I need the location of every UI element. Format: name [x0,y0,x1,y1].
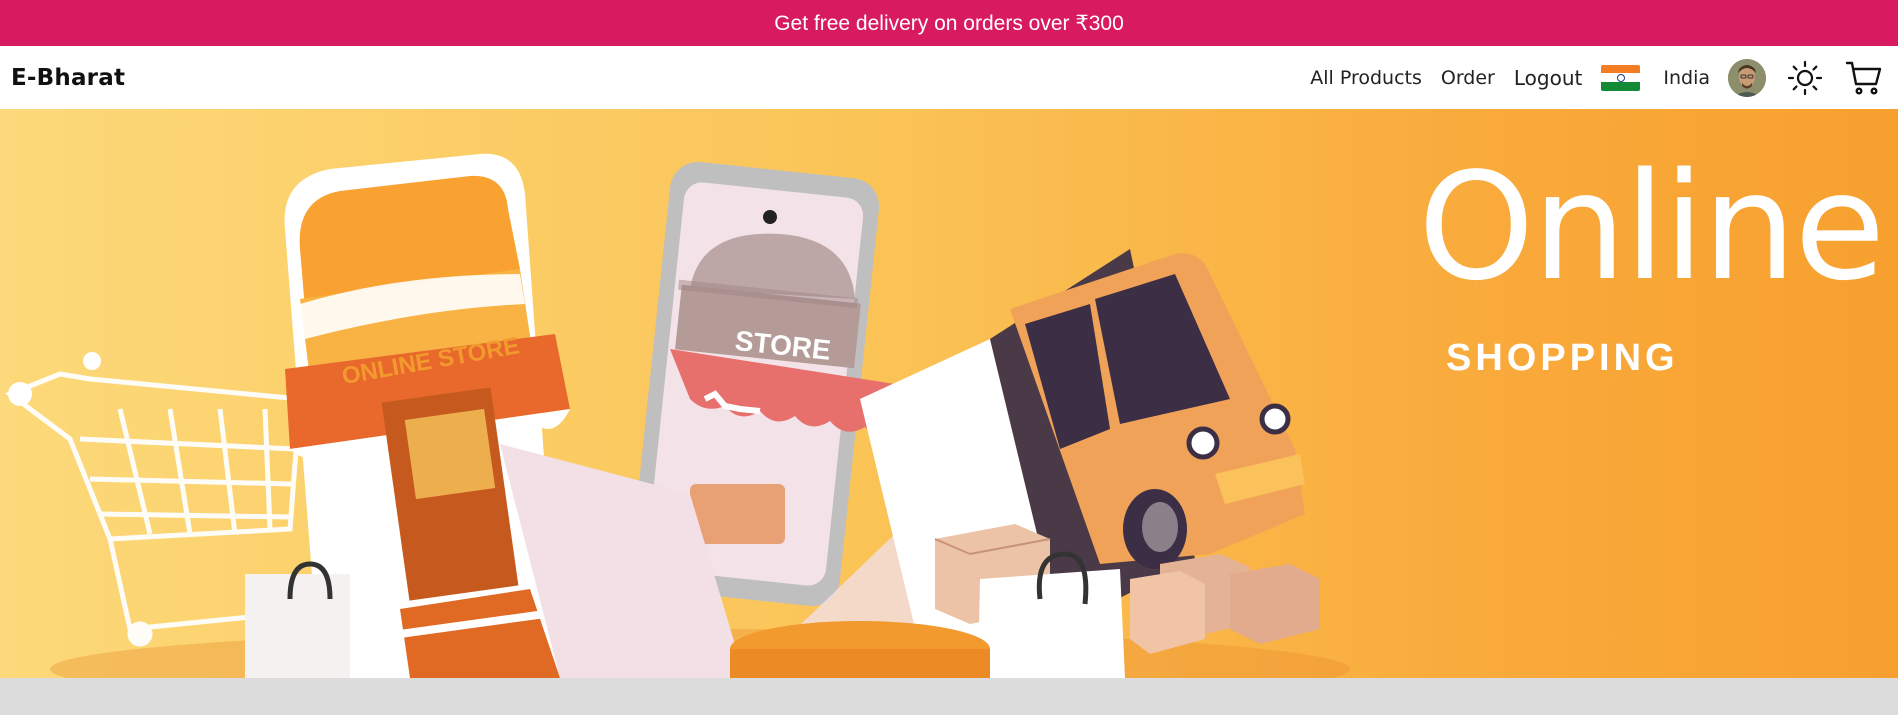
top-navbar: E-Bharat All Products Order Logout India [0,46,1898,109]
country-label[interactable]: India [1663,67,1710,89]
brand-logo[interactable]: E-Bharat [11,65,125,91]
user-avatar[interactable] [1728,58,1766,97]
nav-link-logout[interactable]: Logout [1514,66,1582,90]
hero-banner[interactable]: ONLINE STORE STORE Online. SHOPPING [0,109,1898,678]
india-flag-icon[interactable] [1601,64,1641,91]
hero-subtitle: SHOPPING [1446,337,1679,379]
nav-actions: All Products Order Logout India [1310,46,1898,109]
hero-title: Online. [1418,141,1898,313]
nav-link-order[interactable]: Order [1441,67,1495,89]
promo-text: Get free delivery on orders over ₹300 [774,11,1124,35]
sun-icon[interactable] [1786,59,1824,97]
nav-link-all-products[interactable]: All Products [1310,67,1422,89]
cart-icon[interactable] [1844,59,1884,97]
shopping-bag-left-icon [245,561,350,678]
promo-banner: Get free delivery on orders over ₹300 [0,0,1898,46]
page-content-area [0,678,1898,715]
